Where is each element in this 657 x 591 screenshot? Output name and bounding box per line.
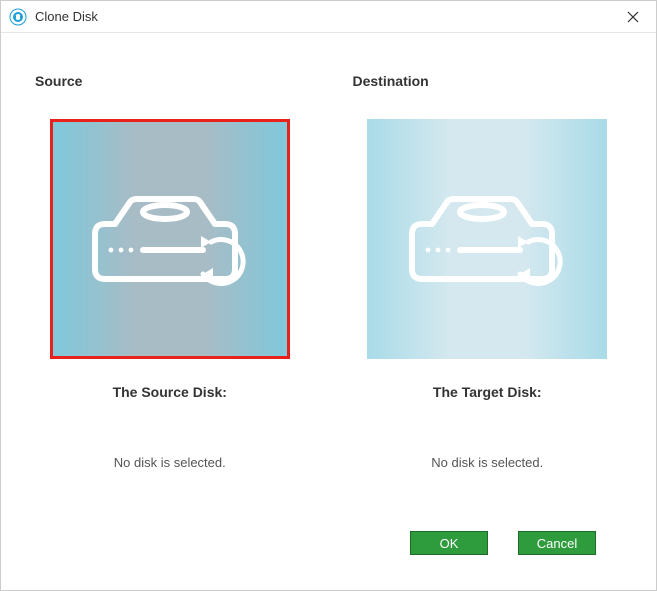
destination-header: Destination <box>353 73 429 89</box>
destination-disk-selector[interactable] <box>367 119 607 359</box>
close-button[interactable] <box>618 2 648 32</box>
source-column: Source <box>31 73 309 521</box>
disk-sync-icon <box>85 184 255 294</box>
destination-column: Destination <box>349 73 627 521</box>
app-icon <box>9 8 27 26</box>
cancel-button[interactable]: Cancel <box>518 531 596 555</box>
destination-disk-label: The Target Disk: <box>433 384 542 400</box>
content-area: Source <box>1 33 656 590</box>
disk-sync-icon <box>402 184 572 294</box>
destination-status: No disk is selected. <box>431 455 543 470</box>
ok-button[interactable]: OK <box>410 531 488 555</box>
window-title: Clone Disk <box>35 9 618 24</box>
clone-disk-dialog: Clone Disk Source <box>0 0 657 591</box>
titlebar: Clone Disk <box>1 1 656 33</box>
source-status: No disk is selected. <box>114 455 226 470</box>
source-disk-selector[interactable] <box>50 119 290 359</box>
button-row: OK Cancel <box>31 521 626 570</box>
columns: Source <box>31 73 626 521</box>
source-header: Source <box>35 73 82 89</box>
source-disk-label: The Source Disk: <box>113 384 227 400</box>
